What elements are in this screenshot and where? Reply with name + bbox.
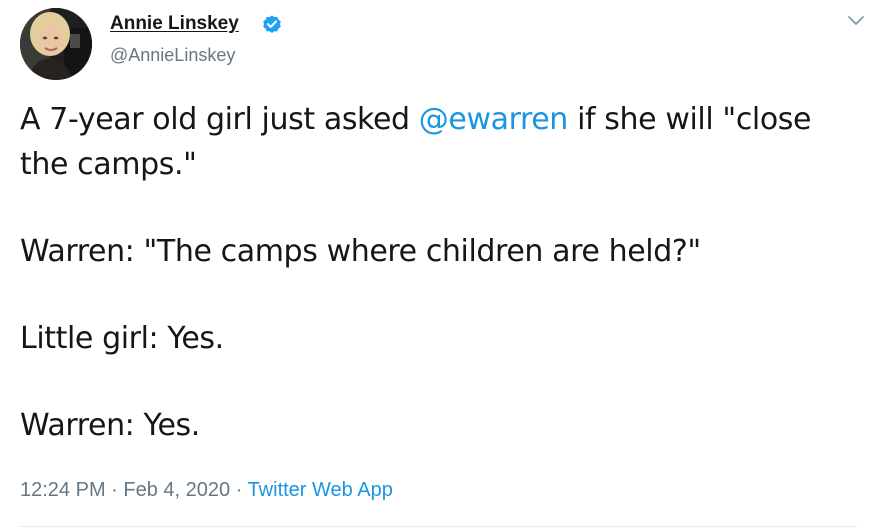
avatar[interactable] xyxy=(20,8,92,80)
tweet-text-segment: A 7-year old girl just asked xyxy=(20,102,419,137)
meta-separator: · xyxy=(105,479,124,501)
tweet-text-segment: if she will "close xyxy=(567,102,812,137)
meta-separator: · xyxy=(230,479,248,501)
tweet-time[interactable]: 12:24 PM xyxy=(20,479,106,501)
tweet-source-link[interactable]: Twitter Web App xyxy=(248,479,393,501)
author-handle[interactable]: @AnnieLinskey xyxy=(110,45,235,66)
tweet-line-4: Little girl: Yes. xyxy=(20,321,224,356)
mention-link[interactable]: @ewarren xyxy=(419,102,569,137)
tweet-metadata: 12:24 PM · Feb 4, 2020 · Twitter Web App xyxy=(20,479,393,502)
tweet-text: A 7-year old girl just asked @ewarren if… xyxy=(20,97,850,448)
tweet-date[interactable]: Feb 4, 2020 xyxy=(123,479,230,501)
tweet-card: Annie Linskey @AnnieLinskey A 7-year old… xyxy=(0,0,877,529)
divider xyxy=(20,526,857,527)
tweet-line-1: A 7-year old girl just asked @ewarren if… xyxy=(20,97,850,142)
tweet-line-2: the camps." xyxy=(20,147,197,182)
verified-badge-icon xyxy=(263,15,281,33)
avatar-photo xyxy=(20,8,92,80)
author-display-name[interactable]: Annie Linskey xyxy=(110,13,239,35)
chevron-down-icon[interactable] xyxy=(846,14,866,28)
tweet-line-3: Warren: "The camps where children are he… xyxy=(20,234,701,269)
tweet-line-5: Warren: Yes. xyxy=(20,408,200,443)
